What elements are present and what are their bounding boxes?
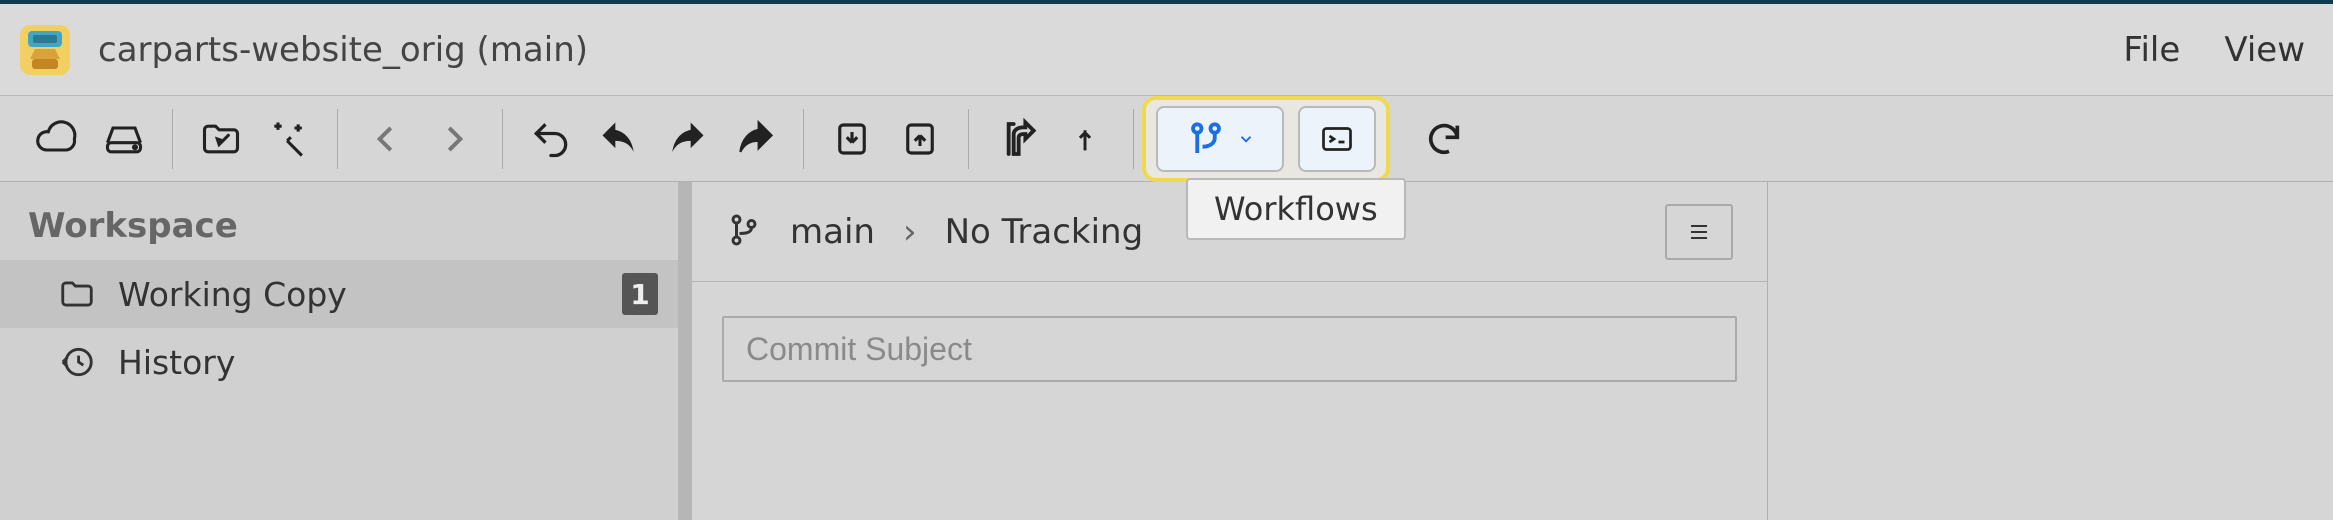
sidebar: Workspace Working Copy 1 History: [0, 182, 692, 520]
open-icon[interactable]: [187, 108, 255, 170]
history-icon: [56, 343, 98, 381]
commit-subject-input[interactable]: [722, 316, 1737, 382]
branch-name[interactable]: main: [790, 212, 875, 252]
stash-down-icon[interactable]: [818, 108, 886, 170]
cloud-icon[interactable]: [22, 108, 90, 170]
terminal-button[interactable]: [1298, 106, 1376, 172]
undo-icon[interactable]: [517, 108, 585, 170]
menu-bar: File View: [2123, 30, 2313, 70]
sidebar-header: Workspace: [0, 182, 678, 260]
back-icon[interactable]: [352, 108, 420, 170]
chevron-down-icon: [1237, 130, 1255, 148]
commit-row: [692, 282, 1767, 416]
workflows-button[interactable]: [1156, 106, 1284, 172]
menu-view[interactable]: View: [2224, 30, 2305, 70]
toolbar: Workflows: [0, 96, 2333, 182]
app-title: carparts-website_orig (main): [98, 30, 588, 70]
chevron-right-icon: ›: [903, 212, 917, 252]
local-drive-icon[interactable]: [90, 108, 158, 170]
refresh-icon[interactable]: [1410, 108, 1478, 170]
tooltip: Workflows: [1186, 178, 1406, 240]
redo-icon[interactable]: [721, 108, 789, 170]
sidebar-item-label: History: [118, 343, 235, 382]
sidebar-item-label: Working Copy: [118, 275, 347, 314]
hamburger-button[interactable]: [1665, 204, 1733, 260]
sparkle-icon[interactable]: [255, 108, 323, 170]
stash-up-icon[interactable]: [886, 108, 954, 170]
sidebar-item-history[interactable]: History: [0, 328, 678, 396]
sidebar-item-working-copy[interactable]: Working Copy 1: [0, 260, 678, 328]
undo-filled-icon[interactable]: [585, 108, 653, 170]
highlighted-group: Workflows: [1142, 96, 1390, 182]
arrow-up-dotted-icon[interactable]: [1051, 108, 1119, 170]
titlebar: carparts-website_orig (main) File View: [0, 4, 2333, 96]
forward-icon[interactable]: [420, 108, 488, 170]
right-panel: [1768, 182, 2333, 520]
app-icon: [20, 25, 70, 75]
badge: 1: [622, 273, 658, 315]
merge-icon[interactable]: [983, 108, 1051, 170]
branch-icon: [726, 210, 762, 254]
folder-icon: [56, 275, 98, 313]
redo-filled-icon[interactable]: [653, 108, 721, 170]
tracking-label[interactable]: No Tracking: [945, 212, 1144, 252]
menu-file[interactable]: File: [2123, 30, 2180, 70]
content: Workspace Working Copy 1 History main › …: [0, 182, 2333, 520]
